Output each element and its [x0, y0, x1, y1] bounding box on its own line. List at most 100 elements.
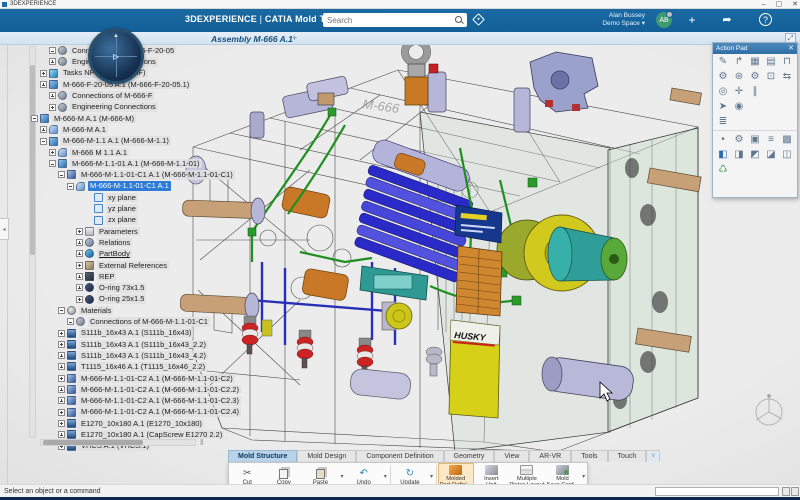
- tree-node[interactable]: Engineering Connections: [10, 56, 310, 67]
- view-iso-icon[interactable]: ◧: [716, 148, 730, 161]
- tree-node[interactable]: M-666-M-1.1-01-C1 A.1: [10, 181, 310, 192]
- scrollbar-thumb[interactable]: [43, 440, 143, 445]
- expand-icon[interactable]: [40, 70, 47, 77]
- expand-icon[interactable]: [58, 341, 65, 348]
- avatar[interactable]: AB: [656, 12, 672, 28]
- view-right-icon[interactable]: ◪: [764, 148, 778, 161]
- expand-icon[interactable]: [58, 431, 65, 438]
- expand-icon[interactable]: [76, 273, 83, 280]
- new-tab-button[interactable]: +: [292, 33, 297, 43]
- collapse-icon[interactable]: [40, 138, 47, 145]
- search-box[interactable]: [323, 13, 467, 27]
- select-icon[interactable]: ➤: [716, 100, 730, 113]
- search-input[interactable]: [323, 16, 454, 25]
- pin-icon[interactable]: •: [716, 133, 730, 146]
- ribbon-tab-tools[interactable]: Tools: [571, 450, 607, 462]
- tree-horizontal-scrollbar[interactable]: [40, 439, 196, 446]
- ribbon-tab-ar-vr[interactable]: AR-VR: [529, 450, 571, 462]
- collapse-icon[interactable]: [67, 183, 74, 190]
- gear-edit-icon[interactable]: ⚙: [716, 70, 730, 83]
- tag-icon[interactable]: [472, 13, 485, 26]
- expand-icon[interactable]: [40, 81, 47, 88]
- ribbon-overflow-chevron[interactable]: ˅: [646, 450, 660, 462]
- expand-icon[interactable]: [49, 104, 56, 111]
- tree-node[interactable]: M-666-M-1.1-01 A.1 (M-666-M-1.1-01): [10, 158, 310, 169]
- hole-icon[interactable]: ⊛: [732, 70, 746, 83]
- view-front-icon[interactable]: ◨: [732, 148, 746, 161]
- view-back-icon[interactable]: ◫: [780, 148, 794, 161]
- search-icon[interactable]: [454, 15, 464, 25]
- scrollbar-grip[interactable]: ‖: [200, 438, 203, 447]
- tree-node[interactable]: Tasks NF A.1 (Tasks NF): [10, 68, 310, 79]
- tree-node[interactable]: Parameters: [10, 226, 310, 237]
- update-icon[interactable]: ♺: [716, 163, 730, 176]
- view-compass-gizmo[interactable]: [756, 395, 782, 426]
- expand-icon[interactable]: [49, 58, 56, 65]
- tree-node[interactable]: Connections of M-666-F-20-05: [10, 45, 310, 56]
- expand-icon[interactable]: [76, 228, 83, 235]
- collapse-icon[interactable]: [58, 171, 65, 178]
- tree-node[interactable]: M-666-M-1.1-01-C2 A.1 (M-666-M-1.1-01-C2…: [10, 384, 310, 395]
- action-pad-close-icon[interactable]: ✕: [788, 43, 794, 54]
- tree-node[interactable]: M-666-M-1.1-01-C2 A.1 (M-666-M-1.1-01-C2…: [10, 395, 310, 406]
- expand-icon[interactable]: [58, 386, 65, 393]
- gears-icon[interactable]: ⚙: [748, 70, 762, 83]
- layers-icon[interactable]: ≡: [764, 133, 778, 146]
- tree-node[interactable]: T1115_16x46 A.1 (T1115_16x46_2.2): [10, 361, 310, 372]
- tree-node[interactable]: Relations: [10, 237, 310, 248]
- tree-node[interactable]: M-666-M A.1 (M-666-M): [10, 113, 310, 124]
- help-icon[interactable]: ?: [759, 13, 772, 26]
- expand-icon[interactable]: [40, 126, 47, 133]
- command-input[interactable]: [655, 487, 779, 496]
- expand-icon[interactable]: [58, 409, 65, 416]
- swap-icon[interactable]: ⇆: [780, 70, 794, 83]
- expand-icon[interactable]: [76, 296, 83, 303]
- tree-node[interactable]: yz plane: [10, 203, 310, 214]
- tree-node[interactable]: External References: [10, 260, 310, 271]
- expand-icon[interactable]: [58, 330, 65, 337]
- tree-node[interactable]: M-666-M A.1: [10, 124, 310, 135]
- expand-icon[interactable]: [58, 397, 65, 404]
- ribbon-tab-geometry[interactable]: Geometry: [444, 450, 495, 462]
- tree-node[interactable]: S111b_16x43 A.1 (S111b_16x43_2.2): [10, 339, 310, 350]
- tree-node[interactable]: Connections of M-666-F: [10, 90, 310, 101]
- group-icon[interactable]: ◉: [732, 100, 746, 113]
- collapse-icon[interactable]: [31, 115, 38, 122]
- bend-icon[interactable]: ↱: [732, 55, 746, 68]
- expand-icon[interactable]: [58, 375, 65, 382]
- expand-icon[interactable]: [76, 284, 83, 291]
- expand-icon[interactable]: [76, 239, 83, 246]
- collapse-icon[interactable]: [49, 47, 56, 54]
- tree-node[interactable]: M-666-F-20-05 A.1 (M-666-F-20-05.1): [10, 79, 310, 90]
- expand-icon[interactable]: [58, 363, 65, 370]
- tree-node[interactable]: M-666-M-1.1 A.1 (M-666-M-1.1): [10, 135, 310, 146]
- ribbon-tab-view[interactable]: View: [494, 450, 529, 462]
- ribbon-tab-component-definition[interactable]: Component Definition: [356, 450, 443, 462]
- collapse-icon[interactable]: [67, 318, 74, 325]
- tree-node[interactable]: O-ring 73x1.5: [10, 282, 310, 293]
- view-left-icon[interactable]: ◩: [748, 148, 762, 161]
- collapse-icon[interactable]: [58, 307, 65, 314]
- axis-icon[interactable]: ✛: [732, 85, 746, 98]
- expand-icon[interactable]: [76, 262, 83, 269]
- tree-node[interactable]: zx plane: [10, 214, 310, 225]
- book-icon[interactable]: ▤: [764, 55, 778, 68]
- ribbon-tab-mold-structure[interactable]: Mold Structure: [228, 450, 297, 462]
- gear-small-icon[interactable]: ⚙: [732, 133, 746, 146]
- coil-icon[interactable]: ◎: [716, 85, 730, 98]
- 3dexperience-compass[interactable]: ▲ ▹: [88, 28, 144, 84]
- tree-node[interactable]: xy plane: [10, 192, 310, 203]
- minimize-button[interactable]: –: [762, 0, 766, 9]
- status-option-icon-2[interactable]: [791, 487, 799, 496]
- tree-node[interactable]: M-666 M 1.1 A.1: [10, 147, 310, 158]
- maximize-button[interactable]: ▢: [776, 0, 783, 9]
- tree-node[interactable]: S111b_16x43 A.1 (S111b_16x43_4.2): [10, 350, 310, 361]
- tree-node[interactable]: M-666-M-1.1-01-C1 A.1 (M-666-M-1.1-01-C1…: [10, 169, 310, 180]
- sketch-icon[interactable]: ✎: [716, 55, 730, 68]
- tree-collapse-tab[interactable]: ◂: [0, 218, 9, 240]
- tree-node[interactable]: O-ring 25x1.5: [10, 294, 310, 305]
- expand-icon[interactable]: [58, 420, 65, 427]
- grid-icon[interactable]: ▦: [748, 55, 762, 68]
- expand-icon[interactable]: [58, 352, 65, 359]
- tree-node[interactable]: M-666-M-1.1-01-C2 A.1 (M-666-M-1.1-01-C2…: [10, 407, 310, 418]
